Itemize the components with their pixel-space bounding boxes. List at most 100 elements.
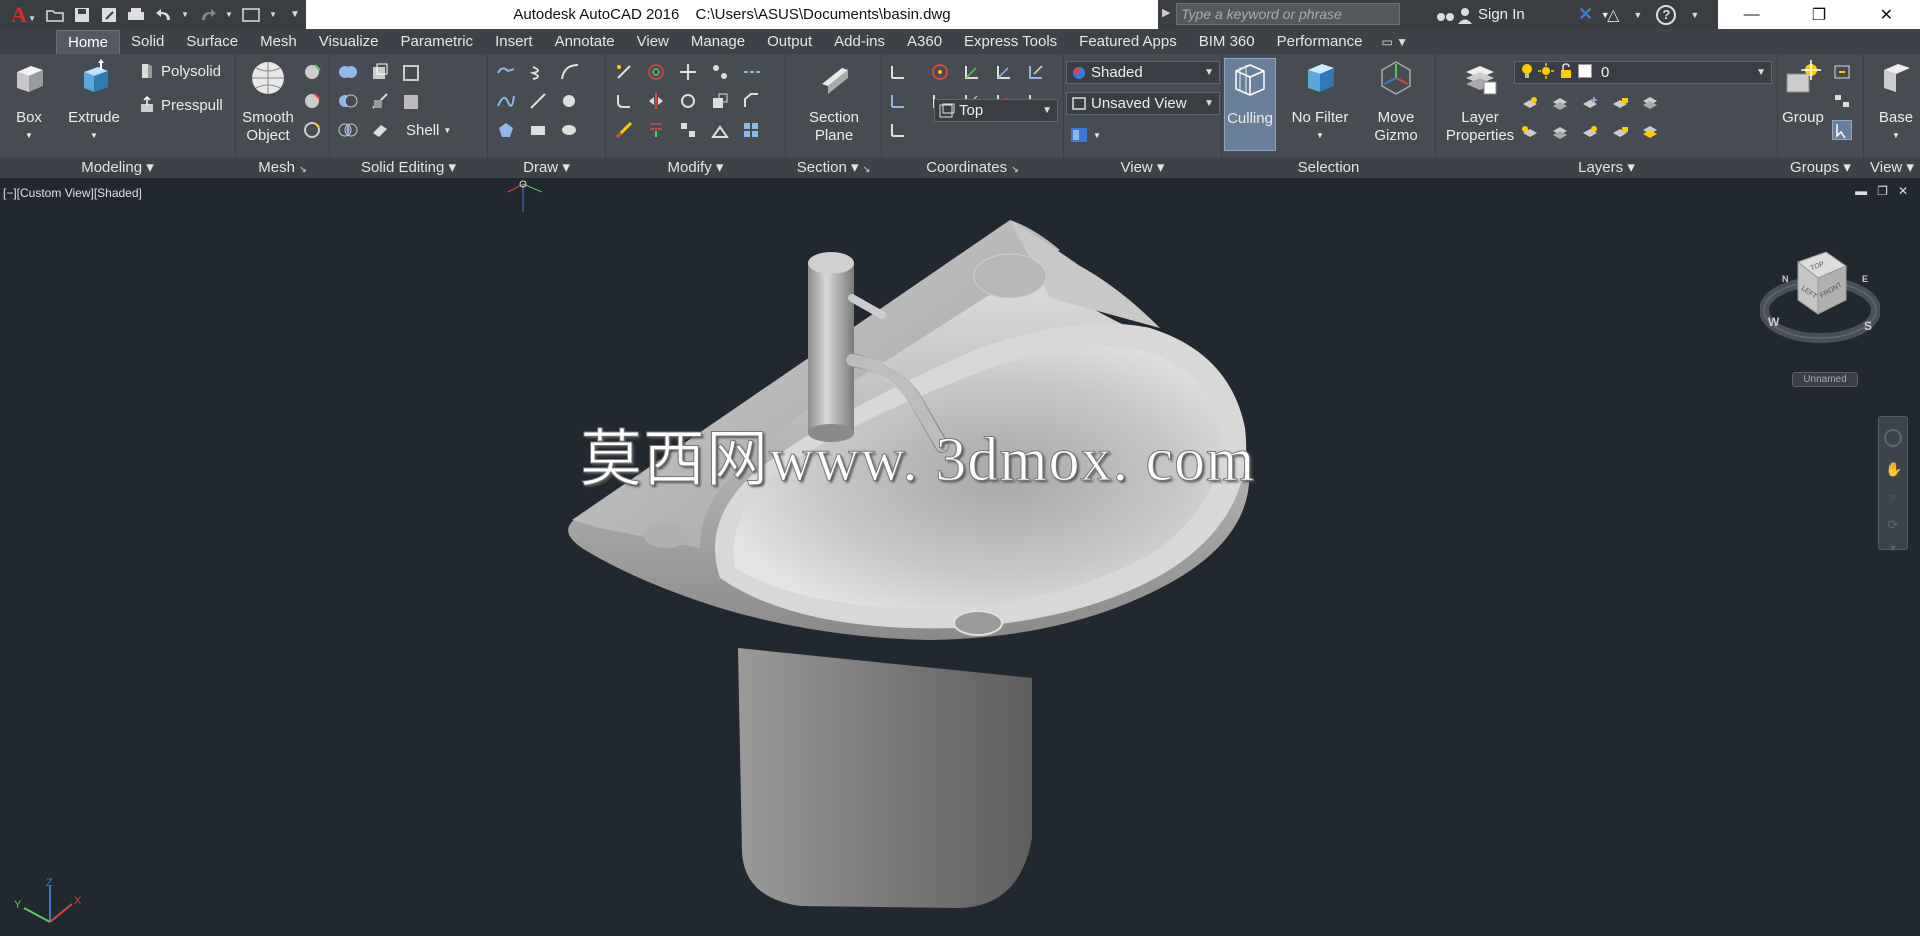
viewport-config-button[interactable]: ▼ [1070, 126, 1101, 144]
compass-w[interactable]: W [1768, 315, 1780, 329]
view-select-dropdown[interactable]: Top ▼ [934, 99, 1058, 122]
compass-s[interactable]: S [1864, 319, 1872, 333]
scale-icon[interactable] [710, 91, 730, 111]
pan-icon[interactable]: ✋ [1885, 461, 1902, 477]
presspull-button[interactable]: Presspull [138, 96, 223, 114]
layer-freeze-icon[interactable] [1580, 94, 1600, 114]
tab-parametric[interactable]: Parametric [390, 30, 485, 54]
offset-icon[interactable] [646, 120, 666, 140]
tab-annotate[interactable]: Annotate [544, 30, 626, 54]
viewcube[interactable]: TOP LEFT FRONT N E W S [1760, 244, 1880, 354]
help-icon[interactable]: ? [1656, 4, 1677, 25]
customize-toolbar-icon[interactable]: ▼ [286, 7, 304, 23]
chevron-down-icon[interactable]: ▼ [181, 7, 189, 23]
share-icon[interactable] [242, 7, 260, 23]
connect-icon[interactable]: △ [1607, 5, 1619, 25]
orbit-icon[interactable]: ⟳ [1885, 517, 1901, 533]
no-filter-button[interactable]: No Filter ▼ [1288, 58, 1352, 145]
polygon-icon[interactable] [496, 120, 516, 140]
redo-icon[interactable] [198, 7, 216, 23]
expand-arrow-icon[interactable]: ▶ [1162, 6, 1170, 19]
tab-surface[interactable]: Surface [175, 30, 249, 54]
tab-home[interactable]: Home [56, 30, 121, 54]
tab-bim-360[interactable]: BIM 360 [1188, 30, 1266, 54]
group-selection-icon[interactable] [1832, 120, 1852, 140]
panel-label-view[interactable]: View ▾ [1064, 157, 1221, 178]
move-gizmo-button[interactable]: Move Gizmo [1366, 58, 1426, 145]
panel-label-mesh[interactable]: Mesh ↘ [236, 157, 329, 178]
tab-manage[interactable]: Manage [680, 30, 756, 54]
chamfer-icon[interactable] [742, 91, 762, 111]
tab-express-tools[interactable]: Express Tools [953, 30, 1068, 54]
circle-icon[interactable] [560, 91, 580, 111]
layer-lock-icon[interactable] [1610, 94, 1630, 114]
exchange-icon[interactable]: ✕ [1578, 4, 1593, 25]
layer-on-icon[interactable] [1520, 123, 1540, 143]
tab-solid[interactable]: Solid [120, 30, 175, 54]
array-icon[interactable] [678, 120, 698, 140]
refine-mesh-icon[interactable] [302, 120, 322, 140]
layer-match-icon[interactable] [1640, 94, 1660, 114]
drawing-viewport[interactable]: [−][Custom View][Shaded] ▬ ❐ ✕ 莫西网www. 3… [0, 178, 1920, 936]
close-icon[interactable]: ✕ [1853, 0, 1920, 29]
panel-label-groups[interactable]: Groups ▾ [1778, 157, 1863, 178]
ungroup-icon[interactable] [1832, 62, 1852, 82]
layer-thaw-icon[interactable] [1580, 123, 1600, 143]
group-button[interactable]: Group [1780, 58, 1826, 127]
layer-unlock-icon[interactable] [1610, 123, 1630, 143]
ucs-object-icon[interactable] [994, 62, 1014, 82]
compass-n[interactable]: N [1782, 274, 1789, 284]
smooth-object-button[interactable]: Smooth Object [238, 58, 298, 145]
zoom-extents-icon[interactable]: ⌕ [1885, 489, 1901, 505]
thicken-icon[interactable] [370, 120, 390, 140]
tab-output[interactable]: Output [756, 30, 823, 54]
layer-isolate-icon[interactable] [1550, 94, 1570, 114]
showmotion-icon[interactable]: ▾ [1885, 543, 1901, 554]
base-button[interactable]: Base ▼ [1872, 58, 1920, 145]
box-button[interactable]: Box ▼ [6, 58, 52, 145]
3d-mirror-icon[interactable] [646, 91, 666, 111]
layer-dropdown[interactable]: 0 ▼ [1514, 61, 1772, 84]
ucs-origin-icon[interactable] [962, 62, 982, 82]
restore-icon[interactable]: ❐ [1785, 0, 1852, 29]
ucs-world-icon[interactable] [930, 62, 950, 82]
named-view-dropdown[interactable]: Unsaved View ▼ [1066, 92, 1220, 115]
basin-3d-model[interactable] [0, 178, 1920, 936]
helix-icon[interactable] [528, 62, 548, 82]
tab-featured-apps[interactable]: Featured Apps [1068, 30, 1188, 54]
3d-move-icon[interactable] [678, 62, 698, 82]
panel-label-coordinates[interactable]: Coordinates ↘ [882, 157, 1063, 178]
chevron-down-icon[interactable]: ▼ [1690, 10, 1699, 20]
explode-icon[interactable] [710, 120, 730, 140]
panel-label-modeling[interactable]: Modeling ▾ [0, 157, 235, 178]
group-edit-icon[interactable] [1832, 91, 1852, 111]
chevron-down-icon[interactable]: ▼ [225, 7, 233, 23]
culling-button[interactable]: Culling [1224, 58, 1276, 151]
ucs-view-icon[interactable] [888, 120, 908, 140]
mesh-smooth-less-icon[interactable] [302, 91, 322, 111]
extrude-faces-icon[interactable] [402, 62, 422, 82]
layer-previous-icon[interactable] [1640, 123, 1660, 143]
tab-add-ins[interactable]: Add-ins [823, 30, 896, 54]
stretch-icon[interactable] [742, 62, 762, 82]
panel-label-draw[interactable]: Draw ▾ [488, 157, 605, 178]
full-navigation-wheel-icon[interactable] [1884, 429, 1902, 447]
save-as-icon[interactable] [100, 7, 118, 23]
extrude-button[interactable]: Extrude ▼ [64, 58, 124, 145]
ribbon-minimize-icon[interactable]: ▭ ▼ [1373, 30, 1416, 54]
ucs-face-icon[interactable] [1026, 62, 1046, 82]
chevron-down-icon[interactable]: ▼ [269, 7, 277, 23]
3d-align-icon[interactable] [710, 62, 730, 82]
erase-icon[interactable] [614, 120, 634, 140]
slice-icon[interactable] [370, 91, 390, 111]
panel-label-section[interactable]: Section ▾ ↘ [786, 157, 881, 178]
minimize-icon[interactable]: — [1718, 0, 1785, 29]
ucs-menu-button[interactable]: Unnamed [1792, 372, 1858, 387]
undo-icon[interactable] [154, 7, 172, 23]
polyline-icon[interactable] [496, 62, 516, 82]
rectangular-array-icon[interactable] [742, 120, 762, 140]
rotate-icon[interactable] [678, 91, 698, 111]
tab-mesh[interactable]: Mesh [249, 30, 308, 54]
print-icon[interactable] [127, 7, 145, 23]
mesh-smooth-more-icon[interactable] [302, 62, 322, 82]
